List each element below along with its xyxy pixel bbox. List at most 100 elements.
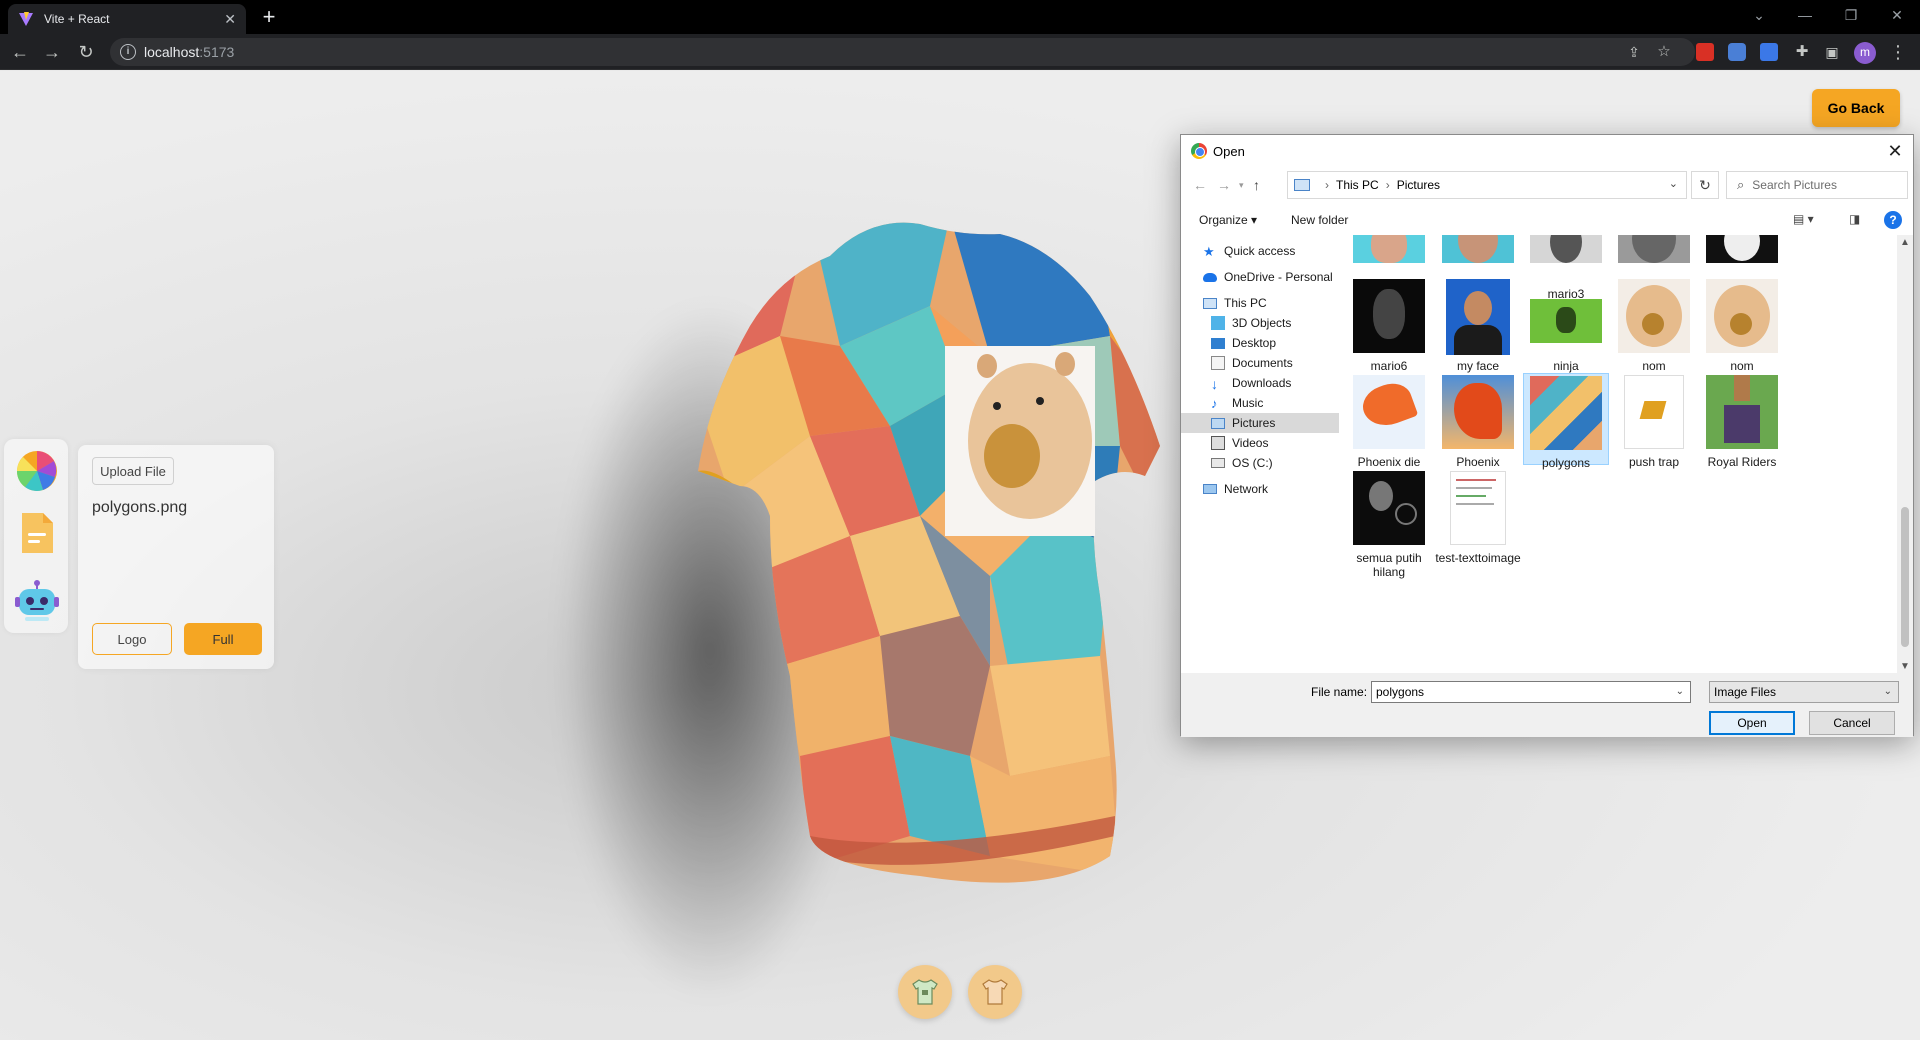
file-item-nom-2[interactable]: nom [1699, 279, 1785, 373]
dialog-footer: File name: polygons ⌄ Image Files ⌄ Open… [1181, 673, 1913, 737]
logo-shirt-icon [912, 979, 938, 1005]
extensions-puzzle-icon[interactable]: ✚ [1790, 40, 1814, 64]
scroll-down-icon[interactable]: ▼ [1900, 661, 1910, 672]
dialog-refresh-icon[interactable]: ↻ [1691, 171, 1719, 199]
share-icon[interactable]: ⇪ [1622, 40, 1646, 64]
drive-icon [1211, 458, 1225, 468]
music-icon: ♪ [1211, 396, 1218, 411]
open-button[interactable]: Open [1709, 711, 1795, 735]
go-back-button[interactable]: Go Back [1812, 89, 1900, 127]
color-picker-icon[interactable] [15, 449, 59, 493]
document-icon [1211, 356, 1225, 370]
scrollbar-thumb[interactable] [1901, 507, 1909, 647]
nav-this-pc[interactable]: This PC [1203, 293, 1359, 313]
organize-menu[interactable]: Organize ▾ [1199, 213, 1257, 227]
dialog-breadcrumb[interactable]: › This PC › Pictures ⌄ [1287, 171, 1687, 199]
full-button[interactable]: Full [184, 623, 262, 655]
network-icon [1203, 484, 1217, 494]
forward-icon[interactable]: → [40, 40, 64, 64]
file-item-polygons[interactable]: polygons [1523, 373, 1609, 470]
nav-pictures[interactable]: Pictures [1181, 413, 1339, 433]
nav-quick-access[interactable]: ★ Quick access [1203, 241, 1359, 261]
side-panel-icon[interactable]: ▣ [1820, 40, 1844, 64]
image-thumbnail [1440, 235, 1516, 283]
file-item-push-trap[interactable]: push trap [1611, 375, 1697, 469]
up-folder-icon[interactable]: ↑ [1253, 177, 1260, 193]
editor-tabs [4, 439, 68, 633]
back-icon[interactable]: ← [8, 40, 32, 64]
file-item-phoenix[interactable]: Phoenix [1435, 375, 1521, 469]
upload-file-button[interactable]: Upload File [92, 457, 174, 485]
profile-avatar[interactable]: m [1854, 42, 1876, 64]
minimize-button[interactable]: — [1782, 0, 1828, 30]
this-pc-icon [1294, 179, 1310, 191]
tab-search-icon[interactable]: ⌄ [1736, 0, 1782, 30]
stylish-shirt-filter-button[interactable] [968, 965, 1022, 1019]
browser-tab[interactable]: Vite + React ✕ [8, 4, 246, 34]
site-info-icon[interactable]: i [120, 44, 136, 60]
dialog-back-icon[interactable]: ← [1193, 177, 1207, 193]
close-window-button[interactable]: ✕ [1874, 0, 1920, 30]
image-thumbnail [1704, 235, 1780, 283]
new-tab-button[interactable]: + [256, 4, 282, 30]
logo-shirt-filter-button[interactable] [898, 965, 952, 1019]
change-view-icon[interactable]: ▤ ▾ [1793, 212, 1814, 226]
restore-button[interactable]: ❐ [1828, 0, 1874, 30]
pictures-icon [1211, 417, 1225, 429]
chrome-icon [1191, 143, 1207, 159]
url-port: :5173 [199, 44, 235, 60]
address-bar[interactable]: i localhost:5173 [110, 38, 1695, 66]
cube-icon [1211, 316, 1225, 330]
search-icon: ⌕ [1737, 177, 1745, 192]
file-item-my-face[interactable]: my face [1435, 279, 1521, 373]
file-list-scrollbar[interactable]: ▲ ▼ [1897, 235, 1913, 675]
tab-close-icon[interactable]: ✕ [224, 11, 236, 28]
breadcrumb-pictures[interactable]: Pictures [1397, 178, 1440, 192]
shirt-3d-preview[interactable] [690, 216, 1170, 916]
image-thumbnail [1616, 375, 1692, 451]
reload-icon[interactable]: ↻ [74, 40, 98, 64]
image-thumbnail [1528, 279, 1604, 355]
cancel-button[interactable]: Cancel [1809, 711, 1895, 735]
file-item-test-texttoimage[interactable]: test-texttoimage [1435, 471, 1521, 565]
screen-capture-extension-icon[interactable] [1728, 43, 1746, 61]
file-item-nom-1[interactable]: nom [1611, 279, 1697, 373]
nav-onedrive[interactable]: OneDrive - Personal [1203, 267, 1359, 287]
dialog-search-input[interactable]: ⌕ Search Pictures [1726, 171, 1908, 199]
breadcrumb-this-pc[interactable]: This PC [1336, 178, 1379, 192]
image-thumbnail [1704, 375, 1780, 451]
logo-button[interactable]: Logo [92, 623, 172, 655]
image-thumbnail [1351, 279, 1427, 355]
image-thumbnail [1616, 279, 1692, 355]
browser-tab-strip: Vite + React ✕ + ⌄ — ❐ ✕ [0, 0, 1920, 34]
scroll-up-icon[interactable]: ▲ [1900, 237, 1910, 248]
dialog-forward-icon[interactable]: → [1217, 177, 1231, 193]
file-name-label: File name: [1311, 685, 1368, 699]
file-item-mario6[interactable]: mario6 [1346, 279, 1432, 373]
file-picker-panel: Upload File polygons.png Logo Full [78, 445, 274, 669]
file-item-ninja[interactable]: ninja [1523, 279, 1609, 373]
help-icon[interactable]: ? [1884, 211, 1902, 229]
browser-toolbar: ← → ↻ i localhost:5173 ⇪ ☆ ✚ ▣ m ⋮ [0, 34, 1920, 70]
star-icon: ★ [1203, 244, 1215, 259]
ai-picker-robot-icon[interactable] [15, 579, 59, 623]
file-type-select[interactable]: Image Files ⌄ [1709, 681, 1899, 703]
file-picker-icon[interactable] [15, 511, 59, 555]
file-item-phoenix-die[interactable]: Phoenix die [1346, 375, 1432, 469]
menu-kebab-icon[interactable]: ⋮ [1886, 40, 1910, 64]
dialog-file-list: mario1 mario2 mario3 mario4 mario5 mario… [1343, 235, 1897, 675]
breadcrumb-dropdown-icon[interactable]: ⌄ [1669, 177, 1678, 190]
image-thumbnail [1704, 279, 1780, 355]
dialog-close-icon[interactable]: ✕ [1883, 139, 1907, 163]
bookmark-star-icon[interactable]: ☆ [1652, 40, 1676, 64]
file-name-input[interactable]: polygons ⌄ [1371, 681, 1691, 703]
translate-extension-icon[interactable] [1760, 43, 1778, 61]
file-item-royal-riders[interactable]: Royal Riders [1699, 375, 1785, 469]
nav-network[interactable]: Network [1203, 479, 1359, 499]
file-name-dropdown-icon[interactable]: ⌄ [1676, 682, 1684, 702]
preview-pane-icon[interactable]: ◨ [1849, 212, 1860, 226]
recent-locations-icon[interactable]: ▾ [1239, 180, 1244, 191]
extension-icon[interactable] [1696, 43, 1714, 61]
new-folder-button[interactable]: New folder [1291, 213, 1348, 227]
file-item-semua-putih-hilang[interactable]: semua putih hilang [1346, 471, 1432, 579]
